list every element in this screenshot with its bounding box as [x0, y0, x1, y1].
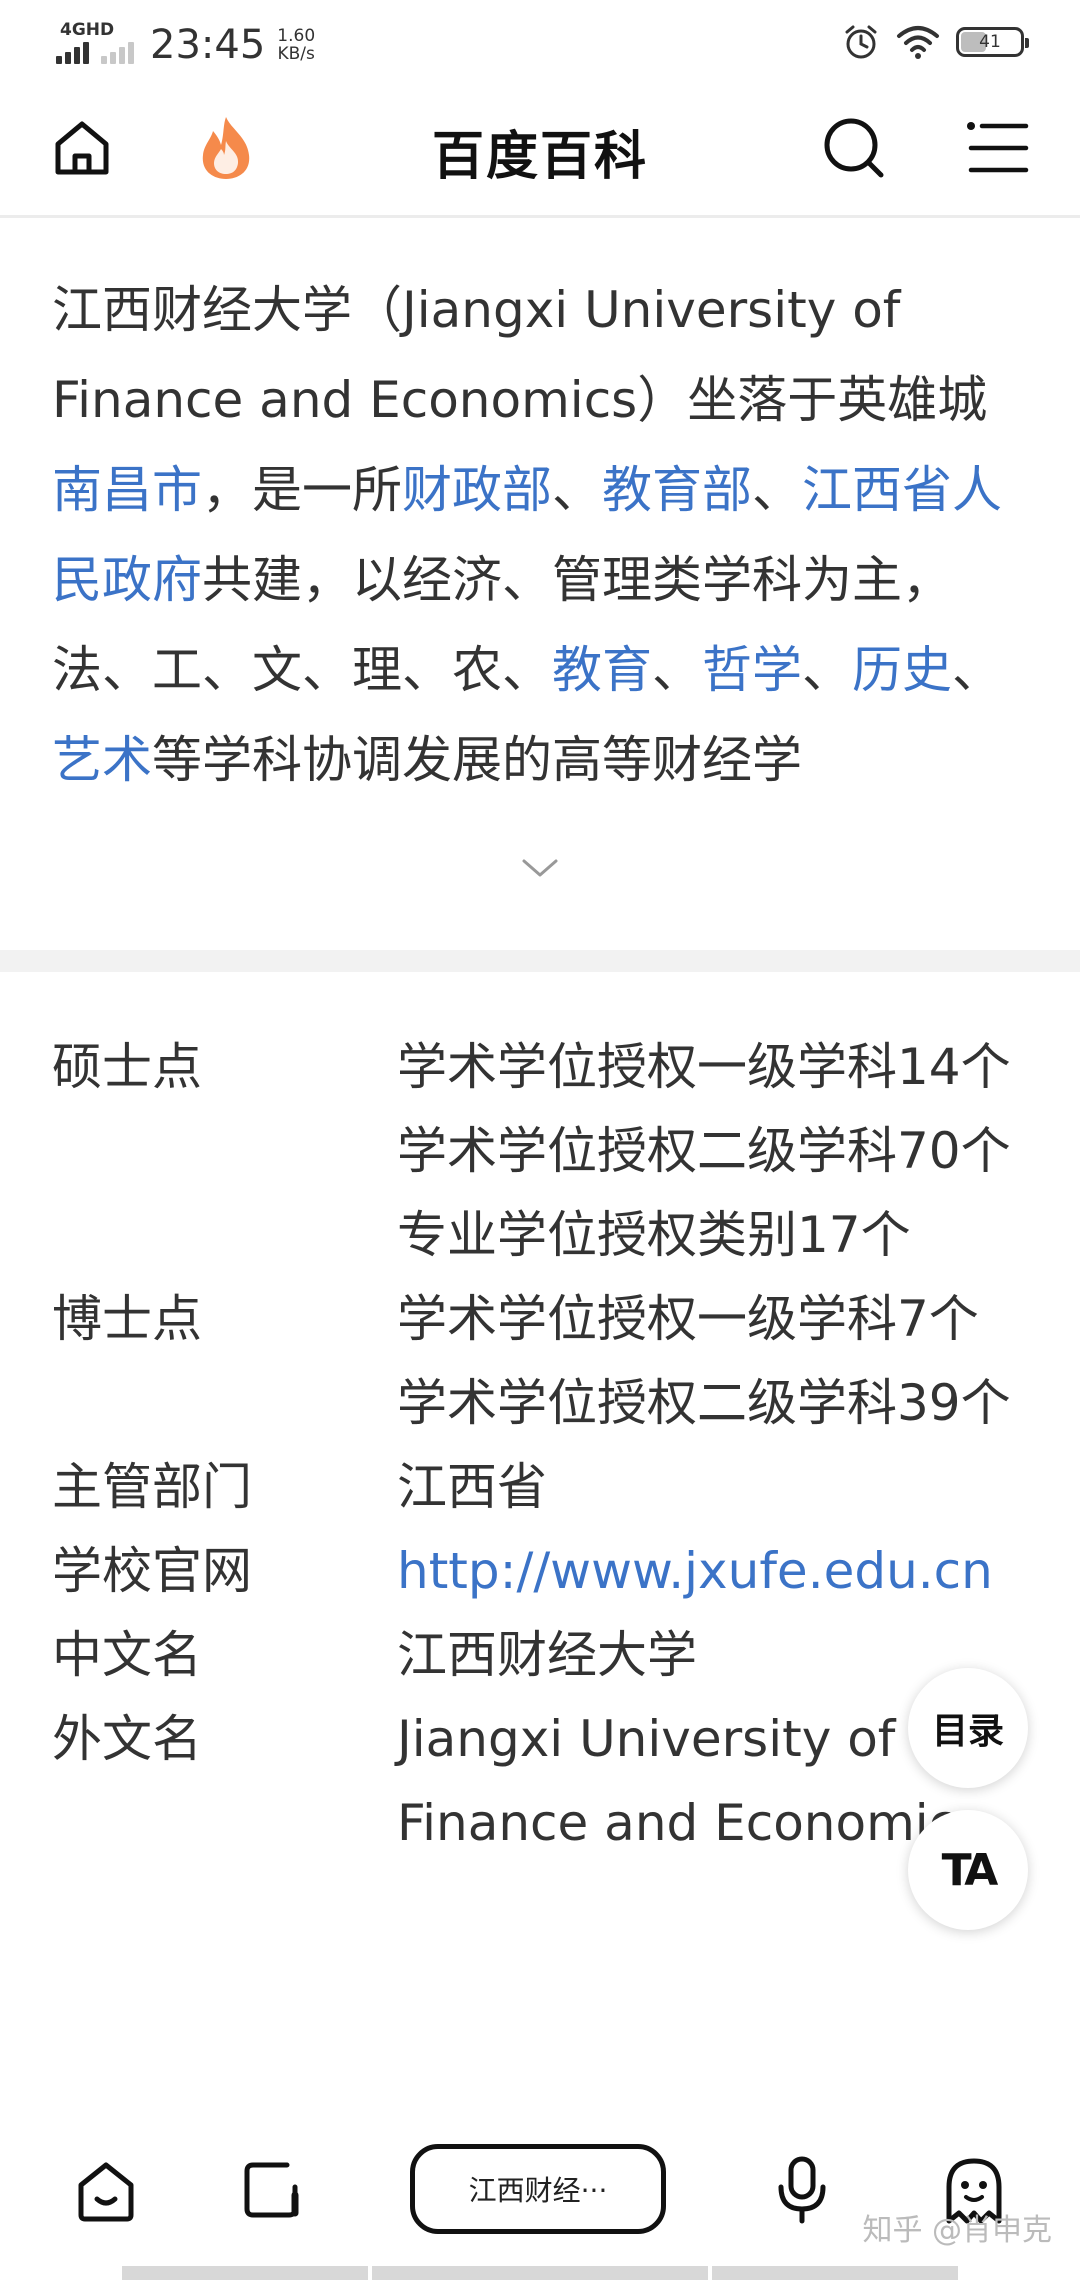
speed-value: 1.60	[277, 26, 316, 46]
intro-link[interactable]: 历史	[852, 641, 952, 699]
network-type: 4GHD	[60, 20, 115, 40]
menu-button[interactable]	[962, 112, 1034, 184]
font-size-icon: TA	[941, 1844, 999, 1896]
search-button[interactable]	[818, 112, 890, 184]
app-header: 百度百科	[0, 84, 1080, 218]
menu-icon	[967, 122, 1029, 173]
speed-unit: KB/s	[277, 44, 315, 64]
info-label: 学校官网	[52, 1542, 252, 1600]
wifi-icon	[897, 26, 939, 59]
toolbar-home-button[interactable]	[66, 2150, 146, 2230]
font-size-button[interactable]: TA	[908, 1810, 1028, 1930]
nav-bar-segment	[712, 2266, 958, 2280]
info-row: 主管部门 江西省	[52, 1445, 1032, 1529]
intro-link[interactable]: 艺术	[52, 731, 152, 789]
info-value: http://www.jxufe.edu.cn	[397, 1529, 1032, 1613]
info-value: 江西省	[397, 1445, 1032, 1529]
info-label: 硕士点	[52, 1038, 202, 1096]
intro-text: 、	[952, 641, 1002, 699]
intro-text: ，是一所	[202, 461, 402, 519]
info-value-line: 专业学位授权类别17个	[397, 1206, 911, 1264]
info-value-line: 学术学位授权一级学科7个	[397, 1290, 979, 1348]
intro-text: 江西财经大学（Jiangxi University of Finance and…	[52, 281, 988, 429]
info-row: 外文名 Jiangxi University of Finance and Eco…	[52, 1697, 1032, 1865]
nav-bar-segment	[122, 2266, 368, 2280]
signal-2-icon	[101, 42, 134, 64]
intro-link[interactable]: 南昌市	[52, 461, 202, 519]
intro-text: 、	[802, 641, 852, 699]
info-table: 硕士点 学术学位授权一级学科14个 学术学位授权二级学科70个 专业学位授权类别17个…	[52, 1025, 1032, 1865]
info-value-line: 学术学位授权二级学科70个	[397, 1122, 1011, 1180]
search-icon	[824, 118, 884, 178]
network-speed: 1.60 KB/s	[277, 27, 315, 63]
toolbar-tabs-button[interactable]	[232, 2150, 312, 2230]
toc-button[interactable]: 目录	[908, 1668, 1028, 1788]
status-bar: 4GHD 23:45 1.60 KB/s 41	[0, 0, 1080, 84]
info-row: 硕士点 学术学位授权一级学科14个 学术学位授权二级学科70个 专业学位授权类别17个	[52, 1025, 1032, 1277]
info-label: 中文名	[52, 1626, 202, 1684]
info-value-line: 学术学位授权一级学科14个	[397, 1038, 1011, 1096]
intro-link[interactable]: 哲学	[702, 641, 802, 699]
info-row: 博士点 学术学位授权一级学科7个 学术学位授权二级学科39个	[52, 1277, 1032, 1445]
tabs-icon	[244, 2162, 299, 2218]
battery-level: 41	[979, 32, 1001, 52]
intro-link[interactable]: 财政部	[402, 461, 552, 519]
voice-button[interactable]	[762, 2150, 842, 2230]
intro-paragraph: 江西财经大学（Jiangxi University of Finance and…	[52, 265, 1032, 805]
signal-icon	[56, 42, 89, 64]
intro-text: 、	[752, 461, 802, 519]
battery-icon: 41	[956, 27, 1029, 57]
alarm-icon	[845, 25, 877, 59]
info-value: 学术学位授权一级学科7个 学术学位授权二级学科39个	[397, 1277, 1032, 1445]
website-link[interactable]: http://www.jxufe.edu.cn	[397, 1529, 1032, 1613]
info-label: 博士点	[52, 1290, 202, 1348]
info-label: 主管部门	[52, 1458, 252, 1516]
status-left: 4GHD 23:45 1.60 KB/s	[56, 18, 315, 68]
section-divider	[0, 950, 1080, 972]
toc-label: 目录	[931, 1711, 1004, 1752]
expand-icon[interactable]	[520, 855, 560, 883]
status-right: 41	[842, 22, 1029, 62]
info-row: 学校官网 http://www.jxufe.edu.cn	[52, 1529, 1032, 1613]
info-value-line: 学术学位授权二级学科39个	[397, 1374, 1011, 1432]
nav-bar-segment	[372, 2266, 708, 2280]
intro-link[interactable]: 教育	[552, 641, 652, 699]
intro-text: 、	[552, 461, 602, 519]
info-value: 学术学位授权一级学科14个 学术学位授权二级学科70个 专业学位授权类别17个	[397, 1025, 1032, 1277]
microphone-icon	[778, 2156, 826, 2224]
search-pill-text: 江西财经···	[468, 2174, 608, 2207]
page-title: 百度百科	[431, 127, 648, 187]
clock: 23:45	[150, 22, 266, 68]
intro-link[interactable]: 教育部	[602, 461, 752, 519]
info-row: 中文名 江西财经大学	[52, 1613, 1032, 1697]
info-value-line: 江西省	[397, 1458, 547, 1516]
watermark: 知乎 @肖申克	[862, 2213, 1052, 2248]
toolbar-search-pill[interactable]: 江西财经···	[410, 2144, 666, 2234]
intro-text: 等学科协调发展的高等财经学	[152, 731, 802, 789]
intro-text: 、	[652, 641, 702, 699]
smile-home-icon	[78, 2162, 134, 2222]
info-label: 外文名	[52, 1710, 202, 1768]
